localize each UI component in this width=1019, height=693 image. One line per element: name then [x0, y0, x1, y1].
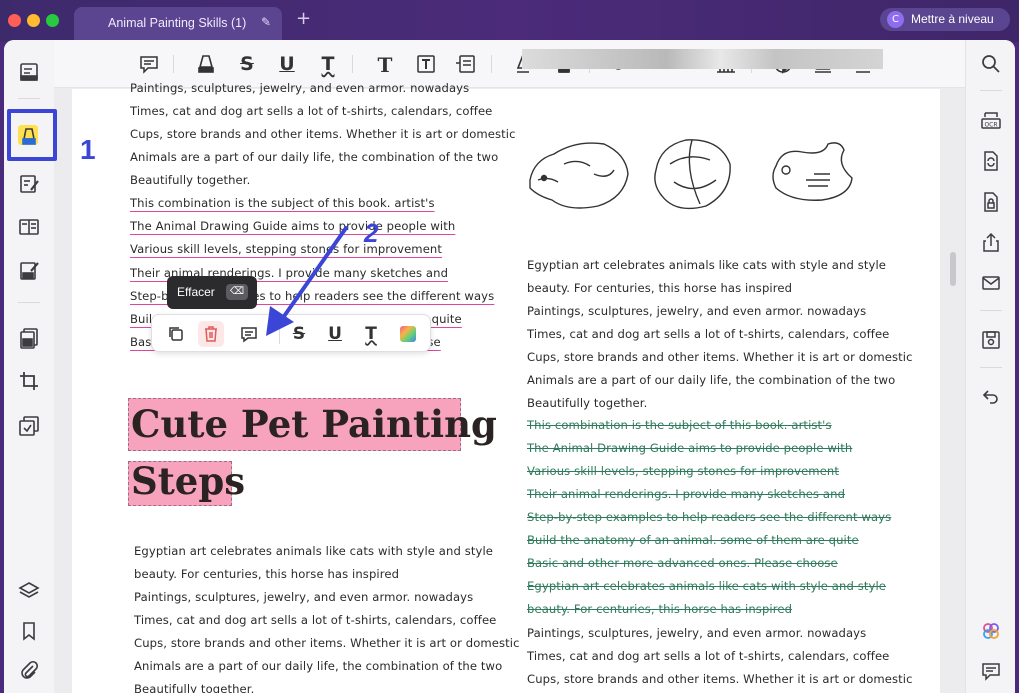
- organize-pages-icon[interactable]: [18, 327, 40, 349]
- highlight-icon[interactable]: [195, 53, 217, 75]
- text-line: Basic and other more advanced ones. Plea…: [527, 556, 838, 570]
- minimize-window-button[interactable]: [27, 14, 40, 27]
- active-tool-highlight-frame: [7, 109, 57, 161]
- text-line: Animals are a part of our daily life, th…: [130, 150, 499, 164]
- mail-icon[interactable]: [980, 272, 1002, 294]
- text-line: Times, cat and dog art sells a lot of t-…: [134, 613, 497, 627]
- tab-title: Animal Painting Skills (1): [108, 16, 247, 30]
- animal-sketches-image: [529, 139, 853, 210]
- rename-pencil-icon[interactable]: ✎: [261, 15, 271, 29]
- text-icon[interactable]: T: [374, 53, 396, 77]
- page-banner-image: [522, 49, 883, 69]
- ai-assistant-icon[interactable]: [980, 620, 1002, 642]
- text-line: Beautifully together.: [527, 396, 648, 410]
- protect-icon[interactable]: [980, 191, 1002, 213]
- tooltip-label: Effacer: [177, 285, 215, 299]
- squiggly-icon[interactable]: T: [361, 324, 381, 344]
- heading-line2: Steps: [131, 459, 246, 503]
- step-2-label: 2: [364, 218, 379, 248]
- callout-icon[interactable]: [455, 53, 477, 75]
- squiggly-icon[interactable]: T: [317, 53, 339, 75]
- text-line: Times, cat and dog art sells a lot of t-…: [130, 104, 493, 118]
- vertical-scrollbar[interactable]: [950, 252, 956, 286]
- delete-icon[interactable]: [201, 324, 221, 344]
- close-window-button[interactable]: [8, 14, 21, 27]
- edit-text-icon[interactable]: [18, 173, 40, 195]
- strikethrough-icon[interactable]: S: [236, 53, 258, 75]
- svg-text:OCR: OCR: [984, 122, 997, 129]
- right-tool-rail: OCR: [965, 40, 1015, 693]
- attachment-icon[interactable]: [18, 660, 40, 682]
- text-line: Times, cat and dog art sells a lot of t-…: [527, 649, 890, 663]
- avatar: C: [887, 11, 904, 28]
- text-line: Animals are a part of our daily life, th…: [527, 373, 896, 387]
- upgrade-label: Mettre à niveau: [911, 12, 994, 26]
- text-line: beauty. For centuries, this horse has in…: [527, 281, 793, 295]
- note-icon[interactable]: [239, 324, 259, 344]
- text-line: Step-by-step examples to help readers se…: [527, 510, 892, 524]
- tutorial-arrow: [266, 226, 348, 336]
- title-bar: Animal Painting Skills (1) ✎ + C Mettre …: [0, 0, 1019, 42]
- underline-icon[interactable]: U: [276, 53, 298, 75]
- compress-icon[interactable]: [18, 415, 40, 437]
- text-line: Beautifully together.: [134, 682, 255, 693]
- text-line: Their animal renderings. I provide many …: [527, 487, 846, 501]
- chat-icon[interactable]: [980, 660, 1002, 682]
- form-edit-icon[interactable]: [18, 260, 40, 282]
- text-line: Build the anatomy of an animal. some of …: [527, 533, 859, 547]
- share-icon[interactable]: [980, 232, 1002, 254]
- text-line: Egyptian art celebrates animals like cat…: [527, 579, 887, 593]
- ocr-icon[interactable]: OCR: [980, 110, 1002, 132]
- upgrade-button[interactable]: C Mettre à niveau: [880, 8, 1010, 31]
- reader-mode-icon[interactable]: [18, 61, 40, 83]
- text-line: Various skill levels, stepping stones fo…: [527, 464, 840, 478]
- page-layout-icon[interactable]: [18, 216, 40, 238]
- text-line: Paintings, sculptures, jewelry, and even…: [527, 304, 867, 318]
- text-line: Animals are a part of our daily life, th…: [134, 659, 503, 673]
- search-icon[interactable]: [980, 53, 1002, 75]
- text-line: beauty. For centuries, this horse has in…: [134, 567, 400, 581]
- text-line: Paintings, sculptures, jewelry, and even…: [134, 590, 474, 604]
- save-icon[interactable]: [980, 329, 1002, 351]
- copy-icon[interactable]: [166, 324, 186, 344]
- delete-tooltip: Effacer ⌫: [167, 276, 257, 309]
- convert-icon[interactable]: [980, 150, 1002, 172]
- bookmark-icon[interactable]: [18, 620, 40, 642]
- text-line: beauty. For centuries, this horse has in…: [527, 602, 793, 616]
- text-line: Egyptian art celebrates animals like cat…: [134, 544, 494, 558]
- text-line: Cups, store brands and other items. Whet…: [130, 127, 516, 141]
- text-line: Paintings, sculptures, jewelry, and even…: [527, 626, 867, 640]
- text-line: Cups, store brands and other items. Whet…: [527, 350, 913, 364]
- heading-line1: Cute Pet Painting: [131, 402, 497, 446]
- text-line: Cups, store brands and other items. Whet…: [527, 672, 913, 686]
- layers-icon[interactable]: [18, 580, 40, 602]
- text-line: This combination is the subject of this …: [527, 418, 832, 432]
- text-line: Egyptian art celebrates animals like cat…: [527, 258, 887, 272]
- backspace-key-icon: ⌫: [226, 284, 248, 300]
- text-line: Cups, store brands and other items. Whet…: [134, 636, 520, 650]
- text-line: This combination is the subject of this …: [130, 196, 435, 210]
- text-line: Times, cat and dog art sells a lot of t-…: [527, 327, 890, 341]
- comment-icon[interactable]: [138, 53, 160, 75]
- text-line: The Animal Drawing Guide aims to provide…: [527, 441, 853, 455]
- color-icon[interactable]: [398, 324, 418, 344]
- textbox-icon[interactable]: [415, 53, 437, 75]
- maximize-window-button[interactable]: [46, 14, 59, 27]
- step-1-label: 1: [80, 134, 96, 165]
- text-line: Paintings, sculptures, jewelry, and even…: [130, 81, 470, 95]
- new-tab-button[interactable]: +: [296, 10, 311, 28]
- crop-icon[interactable]: [18, 370, 40, 392]
- document-tab[interactable]: Animal Painting Skills (1) ✎: [74, 7, 282, 40]
- undo-icon[interactable]: [980, 385, 1002, 407]
- text-line: Beautifully together.: [130, 173, 251, 187]
